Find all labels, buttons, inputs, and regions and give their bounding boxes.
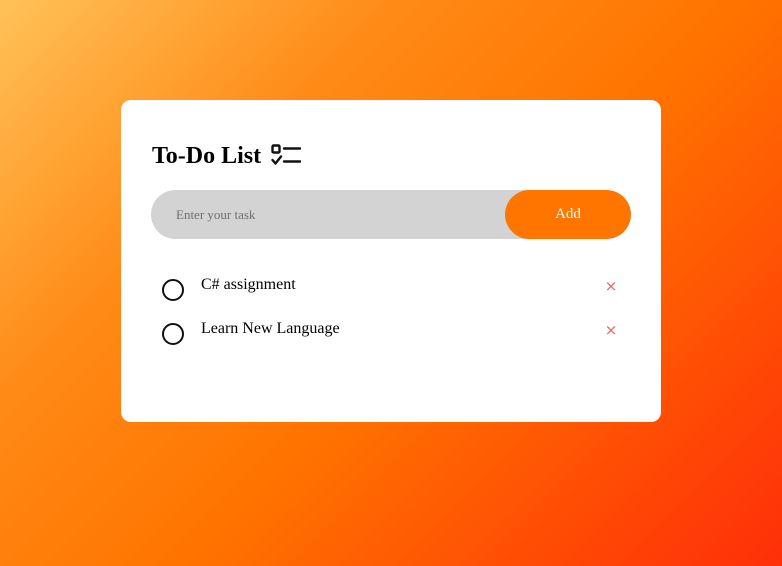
task-text: C# assignment (201, 276, 296, 293)
unchecked-circle-icon[interactable] (162, 279, 184, 301)
checklist-icon (271, 144, 302, 168)
close-icon[interactable]: × (604, 279, 618, 294)
task-input-row: Add (151, 190, 631, 239)
close-icon[interactable]: × (604, 323, 618, 338)
list-item[interactable]: Learn New Language × (151, 311, 631, 355)
page-title: To-Do List (152, 143, 262, 169)
unchecked-circle-icon[interactable] (162, 323, 184, 345)
title-row: To-Do List (152, 141, 302, 171)
add-button[interactable]: Add (505, 190, 631, 239)
todo-card: To-Do List Add C# assignment × Learn New… (121, 100, 661, 422)
task-list: C# assignment × Learn New Language × (151, 267, 631, 355)
list-item[interactable]: C# assignment × (151, 267, 631, 311)
task-input[interactable] (151, 190, 511, 239)
task-text: Learn New Language (201, 320, 340, 337)
